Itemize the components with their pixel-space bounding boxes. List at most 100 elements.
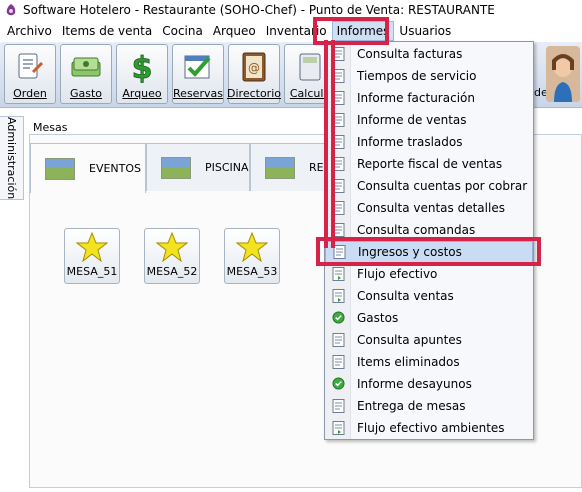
tab-eventos-label: EVENTOS	[89, 162, 142, 175]
mesa-label: MESA_53	[226, 265, 278, 278]
menu-item-label: Flujo efectivo ambientes	[357, 421, 505, 435]
menu-usuarios[interactable]: Usuarios	[394, 21, 456, 41]
menu-bar: Archivo Items de venta Cocina Arqueo Inv…	[0, 20, 582, 42]
svg-text:$: $	[132, 51, 153, 84]
report-icon	[332, 179, 345, 193]
headset-person-icon	[546, 46, 580, 102]
report-icon	[332, 201, 345, 215]
gasto-label: Gasto	[69, 87, 103, 100]
orden-label: Orden	[13, 87, 47, 100]
title-bar: Software Hotelero - Restaurante (SOHO-Ch…	[0, 0, 582, 20]
arqueo-label: Arqueo	[122, 87, 162, 100]
star-icon	[236, 231, 268, 263]
menu-item-items-eliminados[interactable]: Items eliminados	[325, 351, 533, 373]
menu-item-label: Consulta comandas	[357, 223, 476, 237]
check-circle-icon	[332, 377, 345, 391]
menu-item-label: Informe traslados	[357, 135, 463, 149]
section-label: Mesas	[33, 121, 68, 134]
menu-item-label: Reporte fiscal de ventas	[357, 157, 503, 171]
report-icon	[332, 333, 345, 347]
calendar-check-icon	[184, 55, 211, 79]
menu-item-flujo-efectivo[interactable]: Flujo efectivo	[325, 263, 533, 285]
landscape-icon	[161, 156, 191, 179]
tab-piscina[interactable]: PISCINA	[146, 143, 250, 191]
report-icon	[332, 355, 345, 369]
flow-report-icon	[332, 289, 345, 303]
menu-item-reporte-fiscal-de-ventas[interactable]: Reporte fiscal de ventas	[325, 153, 533, 175]
menu-item-informe-facturacion[interactable]: Informe facturación	[325, 87, 533, 109]
check-circle-icon	[332, 311, 345, 325]
menu-item-label: Entrega de mesas	[357, 399, 466, 413]
menu-item-consulta-ventas[interactable]: Consulta ventas	[325, 285, 533, 307]
menu-item-label: Consulta ventas detalles	[357, 201, 505, 215]
sidebar-tab-administracion[interactable]: Administración	[0, 116, 24, 200]
tab-eventos[interactable]: EVENTOS	[30, 143, 146, 193]
menu-inventario[interactable]: Inventario	[261, 21, 332, 41]
menu-item-label: Informe de ventas	[357, 113, 467, 127]
operator-avatar	[546, 46, 580, 102]
sidebar-tab-label: Administración	[5, 116, 18, 200]
tab-re[interactable]: RE	[250, 143, 330, 191]
menu-item-flujo-efectivo-ambientes[interactable]: Flujo efectivo ambientes	[325, 417, 533, 439]
menu-item-label: Consulta apuntes	[357, 333, 462, 347]
tab-piscina-label: PISCINA	[205, 161, 249, 174]
address-book-icon: @	[242, 52, 266, 82]
flow-report-icon	[332, 267, 345, 281]
menu-item-label: Consulta ventas	[357, 289, 454, 303]
menu-item-label: Tiempos de servicio	[357, 69, 477, 83]
report-icon	[333, 245, 346, 259]
menu-item-consulta-facturas[interactable]: Consulta facturas	[325, 43, 533, 65]
calculator-icon	[299, 53, 321, 81]
money-icon	[71, 57, 101, 77]
reservas-label: Reservas	[173, 87, 223, 100]
landscape-icon	[265, 156, 295, 179]
gasto-button[interactable]: Gasto	[60, 44, 112, 104]
menu-item-label: Gastos	[357, 311, 399, 325]
report-icon	[332, 399, 345, 413]
menu-item-label: Flujo efectivo	[357, 267, 438, 281]
menu-item-ingresos-y-costos[interactable]: Ingresos y costos	[325, 241, 533, 263]
menu-item-label: Consulta facturas	[357, 47, 463, 61]
menu-items-de-venta[interactable]: Items de venta	[57, 21, 157, 41]
menu-cocina[interactable]: Cocina	[157, 21, 208, 41]
mesa-53-button[interactable]: MESA_53	[224, 228, 280, 284]
menu-item-gastos[interactable]: Gastos	[325, 307, 533, 329]
reservas-button[interactable]: Reservas	[172, 44, 224, 104]
mesa-51-button[interactable]: MESA_51	[64, 228, 120, 284]
menu-item-consulta-comandas[interactable]: Consulta comandas	[325, 219, 533, 241]
tab-re-label: RE	[309, 161, 324, 174]
menu-item-consulta-cuentas-por-cobrar[interactable]: Consulta cuentas por cobrar	[325, 175, 533, 197]
arqueo-button[interactable]: $ Arqueo	[116, 44, 168, 104]
mesa-label: MESA_52	[146, 265, 198, 278]
star-icon	[76, 231, 108, 263]
mesa-52-button[interactable]: MESA_52	[144, 228, 200, 284]
menu-item-consulta-apuntes[interactable]: Consulta apuntes	[325, 329, 533, 351]
star-icon	[156, 231, 188, 263]
dollar-icon: $	[131, 51, 153, 84]
mesa-label: MESA_51	[66, 265, 118, 278]
window-title: Software Hotelero - Restaurante (SOHO-Ch…	[23, 3, 495, 17]
menu-item-label: Informe facturación	[357, 91, 475, 105]
menu-item-informe-desayunos[interactable]: Informe desayunos	[325, 373, 533, 395]
report-icon	[332, 157, 345, 171]
landscape-icon	[45, 157, 75, 180]
report-icon	[332, 135, 345, 149]
menu-item-informe-traslados[interactable]: Informe traslados	[325, 131, 533, 153]
menu-item-tiempos-de-servicio[interactable]: Tiempos de servicio	[325, 65, 533, 87]
directorio-button[interactable]: @ Directorio	[227, 44, 281, 104]
app-logo-icon	[6, 4, 16, 16]
directorio-label: Directorio	[227, 87, 281, 100]
menu-item-label: Consulta cuentas por cobrar	[357, 179, 528, 193]
menu-item-entrega-de-mesas[interactable]: Entrega de mesas	[325, 395, 533, 417]
report-icon	[332, 91, 345, 105]
menu-informes[interactable]: Informes	[331, 21, 395, 41]
report-icon	[332, 223, 345, 237]
menu-arqueo[interactable]: Arqueo	[208, 21, 261, 41]
menu-item-label: Ingresos y costos	[358, 245, 462, 259]
orden-button[interactable]: Orden	[4, 44, 56, 104]
svg-text:@: @	[248, 61, 260, 75]
menu-archivo[interactable]: Archivo	[2, 21, 57, 41]
menu-item-consulta-ventas-detalles[interactable]: Consulta ventas detalles	[325, 197, 533, 219]
report-icon	[332, 47, 345, 61]
menu-item-informe-de-ventas[interactable]: Informe de ventas	[325, 109, 533, 131]
